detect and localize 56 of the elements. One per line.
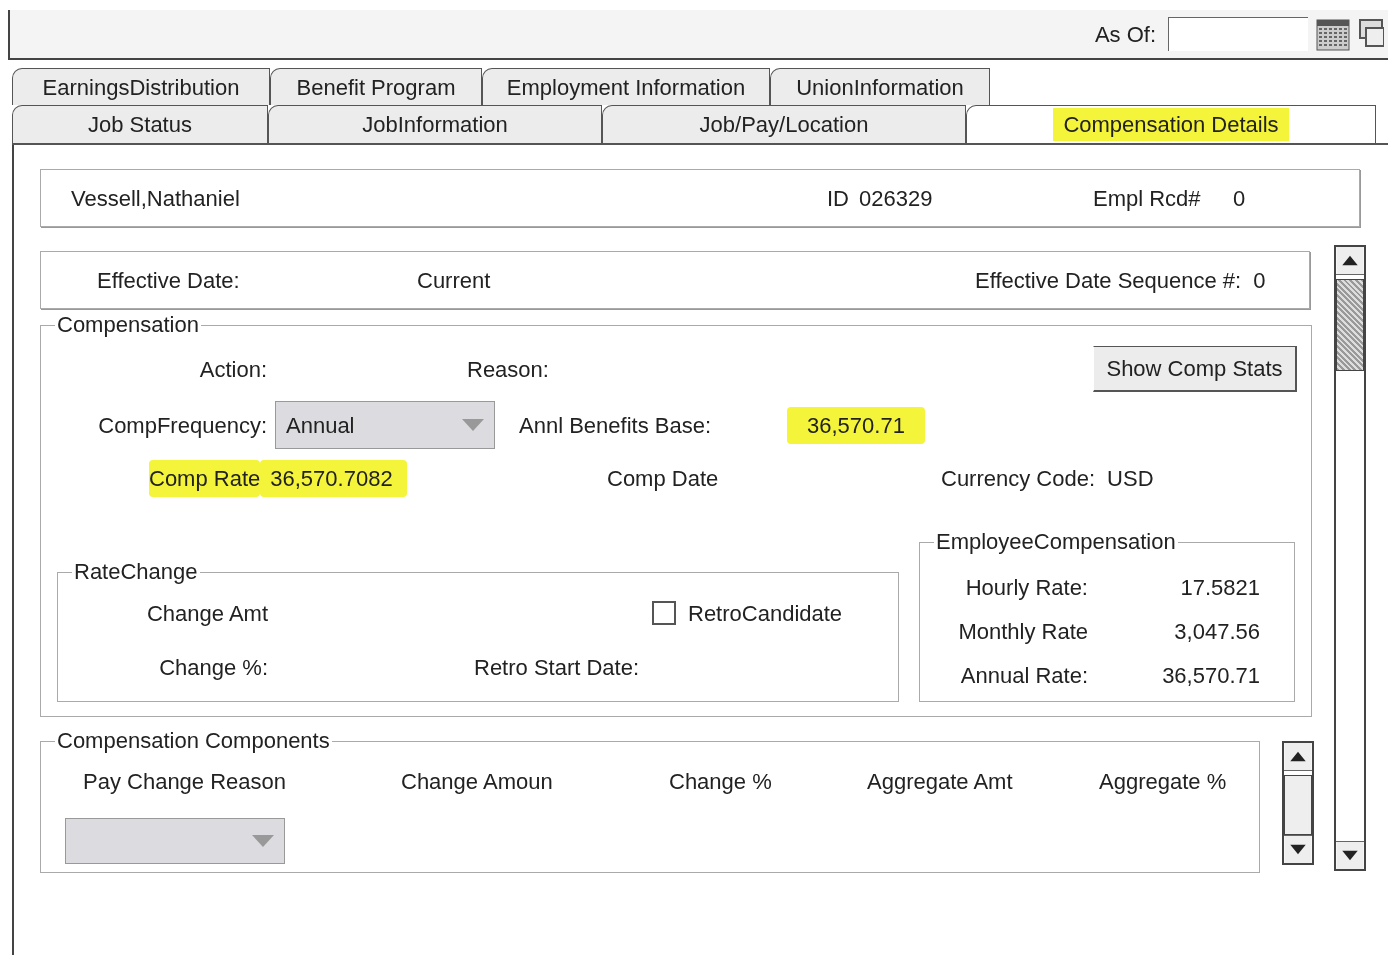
employee-id: 026329 [859,184,934,213]
action-label: Action: [198,355,267,384]
scroll-down-icon[interactable] [1284,835,1312,863]
show-comp-stats-button[interactable]: Show Comp Stats [1093,346,1297,392]
scroll-up-icon[interactable] [1336,247,1364,275]
tab[interactable]: UnionInformation [770,68,990,105]
comp-frequency-label: CompFrequency: [97,411,267,440]
tab[interactable]: EarningsDistribution [12,68,270,105]
sequence-label: Effective Date Sequence #: [975,266,1242,295]
scrollbar[interactable] [1282,741,1314,865]
scrollbar[interactable] [1334,245,1366,871]
column-header: Pay Change Reason [83,767,288,796]
comp-rate-value: 36,570.7082 [260,459,407,497]
scroll-thumb[interactable] [1336,279,1364,371]
rate-label: Annual Rate: [959,661,1089,690]
benefits-base-label: Annl Benefits Base: [519,411,712,440]
tab[interactable]: Job Status [12,105,268,143]
currency-code-value: USD [1107,464,1154,493]
comp-rate-label: Comp Rate [149,459,261,497]
currency-code-label: Currency Code: [941,464,1096,493]
employee-name: Vessell,Nathaniel [71,184,241,213]
retro-candidate-checkbox[interactable] [652,601,676,625]
sequence-value: 0 [1253,266,1266,295]
empl-rcd-label: Empl Rcd# [1093,184,1202,213]
tab[interactable]: Benefit Program [270,68,482,105]
scroll-thumb[interactable] [1284,775,1312,835]
rate-label: Monthly Rate [957,617,1089,646]
change-amt-label: Change Amt [145,599,268,628]
tab[interactable]: Employment Information [482,68,770,105]
benefits-base-value: 36,570.71 [787,406,925,444]
tab[interactable]: Compensation Details [966,105,1376,143]
effective-date-value: Current [417,266,492,295]
empl-rcd-value: 0 [1233,184,1246,213]
retro-start-date-label: Retro Start Date: [474,653,640,682]
rate-label: Hourly Rate: [964,573,1089,602]
as-of-label: As Of: [1094,20,1156,49]
calendar-icon[interactable] [1316,17,1350,51]
scroll-down-icon[interactable] [1336,841,1364,869]
tab[interactable]: Job/Pay/Location [602,105,966,143]
retro-candidate-label: RetroCandidate [688,599,843,628]
effective-date-label: Effective Date: [97,266,241,295]
comp-frequency-dropdown[interactable]: Annual [275,401,495,449]
as-of-field[interactable] [1168,17,1308,51]
rate-value: 17.5821 [1179,573,1260,602]
comp-date-label: Comp Date [607,464,720,493]
rate-value: 36,570.71 [1161,661,1260,690]
change-percent-label: Change %: [158,653,268,682]
column-header: Aggregate % [1099,767,1228,796]
column-header: Change Amoun [401,767,554,796]
tab[interactable]: JobInformation [268,105,602,143]
reason-label: Reason: [467,355,550,384]
id-label: ID [827,184,849,213]
scroll-up-icon[interactable] [1284,743,1312,771]
column-header: Aggregate Amt [867,767,1014,796]
rate-value: 3,047.56 [1173,617,1260,646]
column-header: Change % [669,767,773,796]
